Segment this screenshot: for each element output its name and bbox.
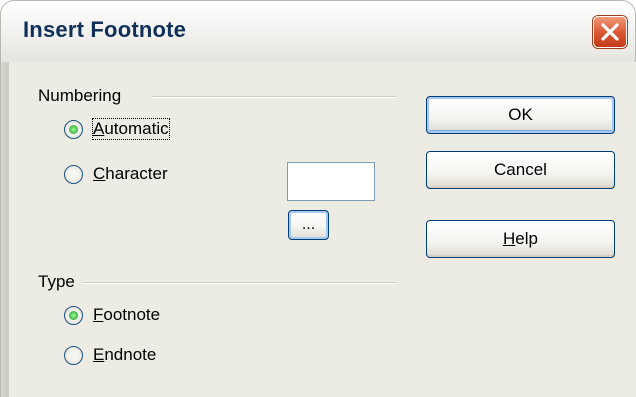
character-radio[interactable] <box>64 164 83 184</box>
type-group-label: Type <box>38 272 75 291</box>
character-label: Character <box>93 164 168 183</box>
ok-button[interactable]: OK <box>426 96 615 134</box>
character-input[interactable] <box>287 162 375 201</box>
endnote-label: Endnote <box>93 345 157 364</box>
numbering-group-divider <box>152 96 397 98</box>
footnote-radio[interactable] <box>64 305 83 325</box>
window-frame-left <box>0 62 9 397</box>
help-label: elp <box>515 229 538 248</box>
footnote-option[interactable]: Footnote <box>64 305 160 325</box>
automatic-radio[interactable] <box>64 119 83 139</box>
type-group-divider <box>82 282 397 284</box>
character-option[interactable]: Character <box>64 164 168 184</box>
close-icon <box>601 23 619 41</box>
dialog-title: Insert Footnote <box>23 17 187 42</box>
endnote-option[interactable]: Endnote <box>64 345 156 365</box>
title-bar[interactable]: Insert Footnote <box>0 0 636 62</box>
footnote-label: Footnote <box>93 305 161 324</box>
close-button[interactable] <box>593 16 627 48</box>
help-access-key: H <box>503 229 516 248</box>
cancel-button[interactable]: Cancel <box>426 151 615 189</box>
numbering-group-label: Numbering <box>38 86 122 105</box>
browse-characters-button[interactable]: ... <box>288 210 329 240</box>
help-button[interactable]: Help <box>426 220 615 258</box>
automatic-option[interactable]: Automatic <box>64 118 170 140</box>
insert-footnote-dialog: Insert Footnote Numbering Automatic Char… <box>0 0 636 397</box>
endnote-radio[interactable] <box>64 345 83 365</box>
automatic-label: Automatic <box>92 118 170 140</box>
